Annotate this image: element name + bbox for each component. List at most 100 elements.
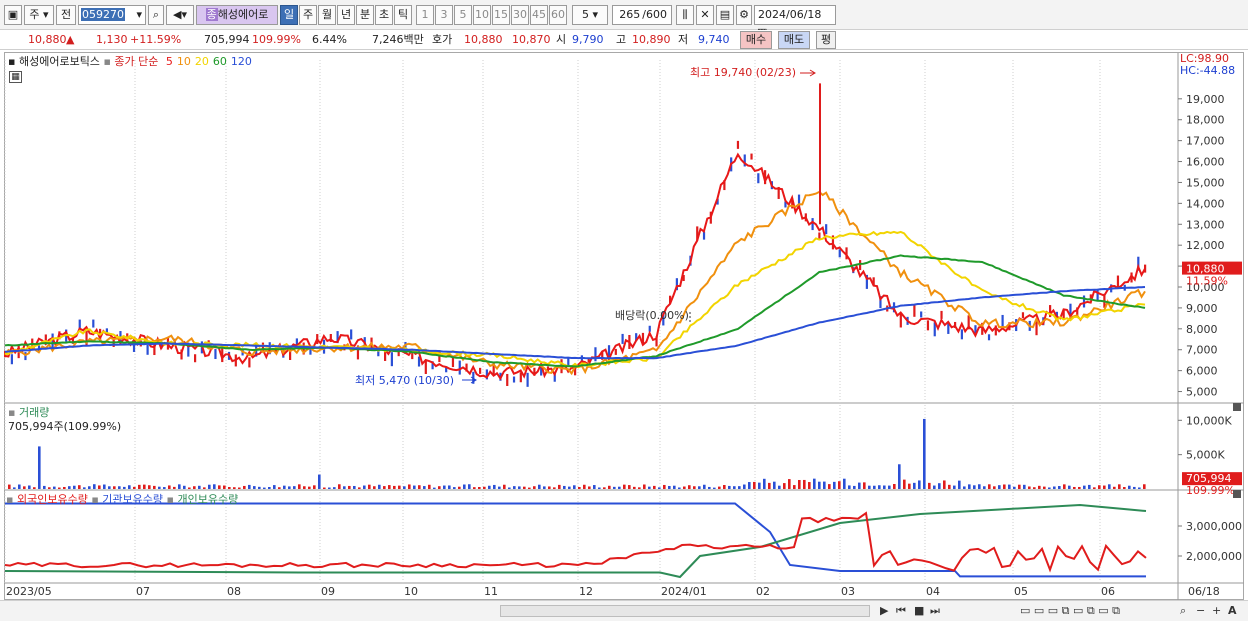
- price-tick-label: 6,000: [1186, 365, 1218, 378]
- volume-bar: [778, 485, 781, 489]
- volume-bar: [458, 486, 461, 489]
- volume-bar: [768, 482, 771, 489]
- candle: [1035, 321, 1038, 336]
- candle: [736, 140, 740, 149]
- candle: [614, 348, 617, 355]
- volume-bar: [783, 483, 786, 489]
- volume-bar: [838, 481, 841, 489]
- volume-bar: [533, 486, 536, 489]
- volume-bar: [908, 483, 911, 489]
- legend-foreign: 외국인보유수량: [16, 493, 88, 506]
- volume-bar: [863, 482, 866, 489]
- legend-menu-icon[interactable]: ▪: [8, 55, 15, 68]
- volume-bar: [598, 487, 601, 489]
- volume-bar: [348, 485, 351, 489]
- volume-bar: [913, 482, 916, 489]
- volume-bar: [193, 486, 196, 489]
- x-tick-label: 11: [484, 585, 498, 598]
- candle: [479, 367, 482, 374]
- volume-bar: [153, 485, 156, 489]
- volume-bar: [353, 485, 356, 489]
- volume-bar: [493, 484, 496, 489]
- candle: [92, 319, 95, 328]
- volume-bar: [873, 485, 876, 489]
- volume-bar: [188, 487, 191, 489]
- legend-sep-icon: ▪: [91, 493, 99, 506]
- zoom-in-icon[interactable]: +: [1212, 604, 1221, 618]
- price-tick-label: 9,000: [1186, 302, 1218, 315]
- volume-bar: [1143, 484, 1146, 489]
- volume-bar: [238, 487, 241, 489]
- nav-last-button[interactable]: ⏭: [930, 604, 940, 618]
- volume-bar: [978, 484, 981, 489]
- volume-bar: [223, 485, 226, 489]
- candle: [526, 372, 529, 387]
- volume-bar: [268, 487, 271, 489]
- volume-bar: [133, 486, 136, 489]
- volume-bar: [378, 484, 381, 489]
- volume-bar: [403, 486, 406, 489]
- volume-bar: [33, 487, 36, 489]
- candle: [1116, 275, 1120, 288]
- volume-bar: [148, 485, 151, 489]
- candle: [838, 249, 841, 258]
- candle: [750, 153, 753, 160]
- volume-bar: [868, 485, 871, 489]
- legend-ma-prefix: 종가 단순: [114, 55, 159, 68]
- volume-bar: [803, 479, 806, 489]
- holding-menu-icon[interactable]: ▪: [6, 493, 13, 506]
- volume-bar: [208, 484, 211, 489]
- volume-bar: [1063, 484, 1066, 489]
- volume-bar: [1083, 485, 1086, 489]
- max-arrow-icon: [800, 69, 816, 77]
- ma-legend-item: 60: [212, 55, 227, 68]
- volume-bar: [603, 487, 606, 489]
- layout-icons[interactable]: ▭ ▭ ▭ ⧉ ▭ ⧉ ▭ ⧉: [1020, 604, 1120, 618]
- ma-legend-item: 5: [165, 55, 173, 68]
- legend-divider-icon: ▪: [103, 55, 111, 68]
- volume-bar: [893, 483, 896, 489]
- volume-bar: [128, 485, 131, 489]
- volume-bar: [818, 481, 821, 489]
- nav-first-button[interactable]: ⏮: [896, 604, 906, 618]
- volume-bar: [328, 487, 331, 489]
- volume-bar: [793, 485, 796, 489]
- price-tick-label: 18,000: [1186, 114, 1225, 127]
- volume-bar: [123, 486, 126, 489]
- x-tick-label: 06/18: [1188, 585, 1220, 598]
- volume-bar: [248, 484, 251, 489]
- volume-bar: [633, 486, 636, 489]
- volume-bar: [958, 480, 961, 489]
- volume-bar: [178, 484, 181, 489]
- zoom-search-icon[interactable]: ⌕: [1180, 604, 1186, 618]
- volume-bar: [1038, 485, 1041, 489]
- volume-bar: [413, 485, 416, 489]
- calculator-icon[interactable]: ▦: [9, 71, 22, 83]
- volume-bar: [888, 485, 891, 489]
- volume-bar: [228, 487, 231, 489]
- candle: [648, 325, 651, 332]
- candle: [859, 260, 862, 271]
- volume-bar: [53, 486, 56, 489]
- font-size-icon[interactable]: A: [1228, 604, 1237, 618]
- price-tick-label: 16,000: [1186, 156, 1225, 169]
- zoom-out-icon[interactable]: −: [1196, 604, 1205, 618]
- holding-legend: ▪ 외국인보유수량 ▪ 기관보유수량 ▪ 개인보유수량: [6, 491, 238, 507]
- price-tick-label: 7,000: [1186, 344, 1218, 357]
- volume-bar: [1103, 485, 1106, 489]
- volume-bar: [703, 484, 706, 489]
- price-volume-chart[interactable]: 19,000 18,000 17,000 16,000 15,000 14,000 13,0…: [0, 0, 1248, 621]
- nav-stop-button[interactable]: ■: [914, 604, 924, 618]
- volume-tick-label: 5,000K: [1186, 449, 1225, 462]
- volume-bar: [588, 486, 591, 489]
- volume-bar: [243, 485, 246, 489]
- volume-bar: [933, 485, 936, 489]
- volume-bar: [513, 486, 516, 489]
- nav-play-button[interactable]: ▶: [880, 604, 888, 618]
- scrollbar[interactable]: [500, 605, 870, 617]
- volume-bar: [1138, 487, 1141, 489]
- volume-bar: [1073, 486, 1076, 489]
- volume-bar: [743, 484, 746, 489]
- price-tick-label: 13,000: [1186, 218, 1225, 231]
- volume-bar: [448, 485, 451, 489]
